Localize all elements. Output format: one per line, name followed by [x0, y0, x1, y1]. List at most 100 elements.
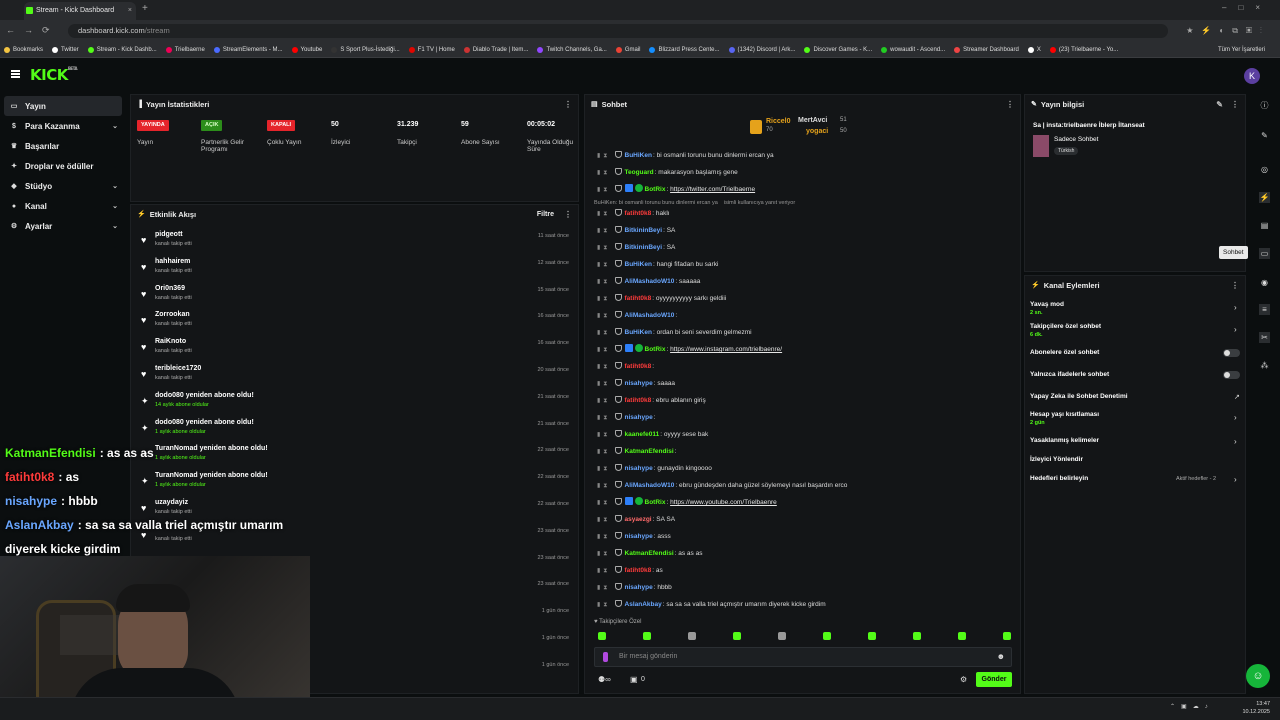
chat-message[interactable]: ▮⧗ nisahype: gunaydin kingoooo	[597, 463, 712, 475]
moderation-icons[interactable]: ▮⧗	[597, 187, 611, 193]
channel-action[interactable]: Hedefleri belirleyin	[1030, 475, 1088, 482]
info-icon[interactable]: ⓘ	[1259, 100, 1270, 111]
chat-message[interactable]: ▮⧗ BitkininBeyi: SA	[597, 242, 675, 254]
bookmark-item[interactable]: Stream - Kick Dashb...	[87, 46, 157, 53]
chat-username[interactable]: KatmanEfendisi	[625, 550, 674, 557]
chat-message[interactable]: ▮⧗ BitkininBeyi: SA	[597, 225, 675, 237]
moderation-icons[interactable]: ▮⧗	[597, 296, 611, 302]
bookmark-item[interactable]: Streamer Dashboard	[954, 46, 1019, 53]
emote-bar[interactable]	[594, 628, 1014, 644]
chat-menu-icon[interactable]: ⋮	[1006, 100, 1014, 109]
channel-action[interactable]: Yavaş mod 2 sn.	[1030, 301, 1064, 316]
hamburger-menu-icon[interactable]	[11, 70, 20, 78]
chat-message[interactable]: ▮⧗ Teoguard: makarasyon başlamış gene	[597, 167, 738, 179]
bookmark-item[interactable]: StreamElements - M...	[213, 46, 283, 53]
bookmark-item[interactable]: S Sport Plus-İstediği...	[331, 46, 400, 53]
moderation-icons[interactable]: ▮⧗	[597, 313, 611, 319]
moderation-icons[interactable]: ▮⧗	[597, 415, 611, 421]
bookmark-item[interactable]: F1 TV | Home	[408, 46, 455, 53]
stream-tag[interactable]: Türkish	[1054, 147, 1079, 155]
all-bookmarks[interactable]: Tüm Yer İşaretleri	[1218, 47, 1265, 53]
emote-icon[interactable]	[958, 632, 966, 640]
chat-username[interactable]: BitkininBeyi	[625, 227, 663, 234]
emote-icon[interactable]	[913, 632, 921, 640]
chat-message[interactable]: ▮⧗ asyaezgi: SA SA	[597, 514, 675, 526]
top-chatter-1[interactable]: Riccel0	[766, 118, 791, 125]
emote-icon[interactable]	[643, 632, 651, 640]
chat-username[interactable]: nisahype	[625, 584, 653, 591]
activity-row[interactable]: ✦ TuranNomad yeniden abone oldu! 1 aylık a…	[141, 472, 575, 498]
bookmark-item[interactable]: Twitch Channels, Ga...	[537, 46, 607, 53]
chat-message[interactable]: ▮⧗ fatiht0k8: ebru ablanın giriş	[597, 395, 706, 407]
chat-message[interactable]: ▮⧗ KatmanEfendisi:	[597, 446, 676, 458]
moderation-icons[interactable]: ▮⧗	[597, 381, 611, 387]
sidebar-item-6[interactable]: ⚙ Ayarlar ⌄	[0, 216, 128, 236]
chat-message[interactable]: ▮⧗ BuHiKen: bi osmanli torunu bunu dinler…	[597, 150, 774, 162]
chat-message[interactable]: ▮⧗ fatiht0k8: oyyyyyyyyyy sarkı geldiii	[597, 293, 726, 305]
activity-row[interactable]: ♥ Zorrookan kanalı takip etti 16 saat önce	[141, 311, 575, 337]
chat-username[interactable]: KatmanEfendisi	[625, 448, 674, 455]
tool-icon[interactable]: ✂	[1259, 332, 1270, 343]
chat-username[interactable]: BuHiKen	[625, 261, 652, 268]
new-tab-icon[interactable]: +	[142, 3, 148, 14]
top-chatter-2[interactable]: MertAvci	[798, 117, 827, 124]
toggle-switch[interactable]	[1223, 349, 1240, 357]
channel-action[interactable]: Abonelere özel sohbet	[1030, 349, 1099, 356]
activity-row[interactable]: ♥ RaiKnoto kanalı takip etti 16 saat önce	[141, 338, 575, 364]
broadcast-icon[interactable]: ◉	[1259, 277, 1270, 288]
chat-username[interactable]: asyaezgi	[625, 516, 652, 523]
window-controls[interactable]: –□×	[1222, 3, 1272, 12]
sidebar-item-0[interactable]: ▭ Yayın	[4, 96, 122, 116]
channel-action[interactable]: Yalnızca ifadelerle sohbet	[1030, 371, 1109, 378]
chat-message[interactable]: ▮⧗ KatmanEfendisi: as as as	[597, 548, 702, 560]
browser-nav-buttons[interactable]: ←→⟳	[6, 25, 59, 36]
sidebar-item-2[interactable]: ♛ Başarılar	[0, 136, 128, 156]
moderation-icons[interactable]: ▮⧗	[597, 330, 611, 336]
emoji-icon[interactable]: ☻	[997, 652, 1005, 661]
emote-icon[interactable]	[778, 632, 786, 640]
chat-settings-icon[interactable]: ⚙	[960, 675, 967, 684]
emote-icon[interactable]	[823, 632, 831, 640]
server-icon[interactable]: ≡	[1259, 304, 1270, 315]
chevron-right-icon[interactable]: ›	[1234, 475, 1237, 484]
emote-icon[interactable]	[598, 632, 606, 640]
bookmark-item[interactable]: Diablo Trade | Item...	[463, 46, 528, 53]
chat-username[interactable]: AliMashadoW10	[625, 482, 675, 489]
chat-message[interactable]: ▮⧗ kaanefe011: oyyyy sese bak	[597, 429, 708, 441]
activity-row[interactable]: ♥ hahhairem kanalı takip etti 12 saat önce	[141, 258, 575, 284]
chat-link[interactable]: https://www.youtube.com/Trielbaenre	[670, 499, 777, 506]
moderation-icons[interactable]: ▮⧗	[597, 153, 611, 159]
moderation-icons[interactable]: ▮⧗	[597, 211, 611, 217]
moderation-icons[interactable]: ▮⧗	[597, 466, 611, 472]
chevron-right-icon[interactable]: ›	[1234, 303, 1237, 312]
chat-username[interactable]: AliMashadoW10	[625, 278, 675, 285]
mic-icon[interactable]	[603, 652, 608, 662]
bookmark-item[interactable]: (1342) Discord | Ark...	[728, 46, 795, 53]
channel-action[interactable]: Takipçilere özel sohbet 6 dk.	[1030, 323, 1101, 338]
activity-row[interactable]: ✦ dodo080 yeniden abone oldu! 1 aylık abon…	[141, 419, 575, 445]
moderation-icons[interactable]: ▮⧗	[597, 568, 611, 574]
lightning-icon[interactable]: ⚡	[1259, 192, 1270, 203]
moderation-icons[interactable]: ▮⧗	[597, 228, 611, 234]
chevron-right-icon[interactable]: ›	[1234, 437, 1237, 446]
kick-logo[interactable]: KICKBETA	[30, 66, 78, 84]
chat-username[interactable]: AliMashadoW10	[625, 312, 675, 319]
chat-message[interactable]: ▮⧗ AliMashadoW10:	[597, 310, 677, 322]
bookmark-item[interactable]: Discover Games - K...	[804, 46, 872, 53]
moderation-icons[interactable]: ▮⧗	[597, 245, 611, 251]
moderation-icons[interactable]: ▮⧗	[597, 483, 611, 489]
users-icon[interactable]: ⚉∞	[598, 675, 611, 684]
doc-icon[interactable]: ▤	[1259, 220, 1270, 231]
chat-username[interactable]: BotRix	[645, 499, 666, 506]
chat-username[interactable]: BuHiKen	[625, 329, 652, 336]
chat-message[interactable]: ▮⧗ AliMashadoW10: ebru gündeşden daha güz…	[597, 480, 847, 492]
chat-username[interactable]: nisahype	[625, 414, 653, 421]
top-chatter-3[interactable]: yogaci	[806, 128, 828, 135]
sidebar-item-4[interactable]: ◆ Stüdyo ⌄	[0, 176, 128, 196]
bookmark-item[interactable]: wowaudit - Ascend...	[881, 46, 945, 53]
chat-message[interactable]: ▮⧗ nisahype: saaaa	[597, 378, 675, 390]
chat-username[interactable]: BuHiKen	[625, 152, 652, 159]
moderation-icons[interactable]: ▮⧗	[597, 262, 611, 268]
chevron-right-icon[interactable]: ›	[1234, 413, 1237, 422]
chat-username[interactable]: nisahype	[625, 380, 653, 387]
